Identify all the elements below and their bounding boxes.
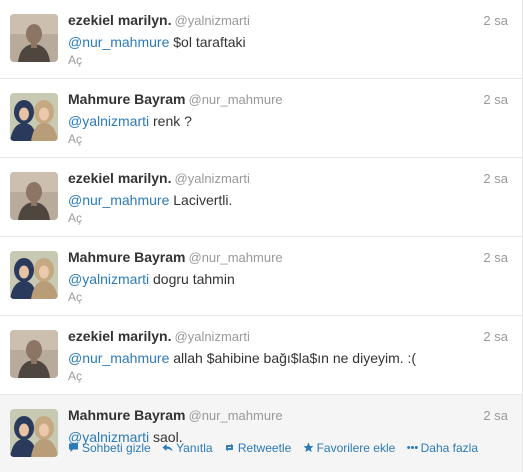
avatar[interactable] xyxy=(10,93,58,141)
man-avatar-icon xyxy=(10,330,58,378)
author-username[interactable]: @yalnizmarti xyxy=(175,13,250,28)
avatar[interactable] xyxy=(10,409,58,457)
hide-conversation-button[interactable]: Sohbeti gizle xyxy=(68,441,151,455)
author-username[interactable]: @nur_mahmure xyxy=(189,408,283,423)
tweet-text: @nur_mahmure Lacivertli. xyxy=(68,191,508,209)
retweet-label: Retweetle xyxy=(237,441,292,455)
tweet-header: Mahmure Bayram @nur_mahmure 2 sa xyxy=(68,407,508,425)
hide-conversation-label: Sohbeti gizle xyxy=(82,441,151,455)
star-icon xyxy=(303,442,314,453)
mention-link[interactable]: @nur_mahmure xyxy=(68,192,169,208)
expand-link[interactable]: Aç xyxy=(68,211,82,225)
author-username[interactable]: @nur_mahmure xyxy=(189,250,283,265)
tweet-body: Lacivertli. xyxy=(169,192,233,208)
tweet-header: Mahmure Bayram @nur_mahmure 2 sa xyxy=(68,91,508,109)
tweet-item[interactable]: ezekiel marilyn. @yalnizmarti 2 sa @nur_m… xyxy=(0,316,522,395)
tweet-timestamp[interactable]: 2 sa xyxy=(483,92,508,107)
tweet-text: @yalnizmarti dogru tahmin xyxy=(68,270,508,288)
mention-link[interactable]: @yalnizmarti xyxy=(68,271,149,287)
expand-link[interactable]: Aç xyxy=(68,53,82,67)
tweet-timestamp[interactable]: 2 sa xyxy=(483,13,508,28)
expand-link[interactable]: Aç xyxy=(68,369,82,383)
reply-label: Yanıtla xyxy=(176,441,213,455)
favorite-label: Favorilere ekle xyxy=(316,441,396,455)
two-women-avatar-icon xyxy=(10,409,58,457)
reply-arrow-icon xyxy=(162,442,173,453)
avatar[interactable] xyxy=(10,14,58,62)
speech-bubble-icon xyxy=(68,442,79,453)
expand-link[interactable]: Aç xyxy=(68,132,82,146)
tweet-header: Mahmure Bayram @nur_mahmure 2 sa xyxy=(68,249,508,267)
mention-link[interactable]: @nur_mahmure xyxy=(68,34,169,50)
man-avatar-icon xyxy=(10,14,58,62)
author-username[interactable]: @yalnizmarti xyxy=(175,171,250,186)
tweet-actions: Sohbeti gizle Yanıtla Retweetle Favorile… xyxy=(68,441,508,457)
tweet-body: allah $ahibine bağı$la$ın ne diyeyim. :( xyxy=(169,350,417,366)
tweet-text: @nur_mahmure $ol taraftaki xyxy=(68,33,508,51)
author-fullname[interactable]: ezekiel marilyn. xyxy=(68,170,172,186)
tweet-header: ezekiel marilyn. @yalnizmarti 2 sa xyxy=(68,12,508,30)
avatar[interactable] xyxy=(10,251,58,299)
author-username[interactable]: @yalnizmarti xyxy=(175,329,250,344)
author-fullname[interactable]: ezekiel marilyn. xyxy=(68,328,172,344)
tweet-text: @nur_mahmure allah $ahibine bağı$la$ın n… xyxy=(68,349,508,367)
author-username[interactable]: @nur_mahmure xyxy=(189,92,283,107)
tweet-item[interactable]: Mahmure Bayram @nur_mahmure 2 sa @yalnizm… xyxy=(0,237,522,316)
tweet-header: ezekiel marilyn. @yalnizmarti 2 sa xyxy=(68,170,508,188)
author-fullname[interactable]: Mahmure Bayram xyxy=(68,407,186,423)
tweet-item[interactable]: Mahmure Bayram @nur_mahmure 2 sa @yalnizm… xyxy=(0,79,522,158)
author-fullname[interactable]: ezekiel marilyn. xyxy=(68,12,172,28)
tweet-timeline: ezekiel marilyn. @yalnizmarti 2 sa @nur_m… xyxy=(0,0,523,472)
tweet-body: $ol taraftaki xyxy=(169,34,246,50)
tweet-item[interactable]: ezekiel marilyn. @yalnizmarti 2 sa @nur_m… xyxy=(0,0,522,79)
mention-link[interactable]: @nur_mahmure xyxy=(68,350,169,366)
author-fullname[interactable]: Mahmure Bayram xyxy=(68,91,186,107)
more-label: Daha fazla xyxy=(420,441,479,455)
tweet-text: @yalnizmarti renk ? xyxy=(68,112,508,130)
man-avatar-icon xyxy=(10,172,58,220)
retweet-icon xyxy=(224,442,235,453)
tweet-timestamp[interactable]: 2 sa xyxy=(483,250,508,265)
avatar[interactable] xyxy=(10,330,58,378)
two-women-avatar-icon xyxy=(10,251,58,299)
tweet-header: ezekiel marilyn. @yalnizmarti 2 sa xyxy=(68,328,508,346)
ellipsis-icon xyxy=(406,442,418,453)
tweet-item-hovered[interactable]: Mahmure Bayram @nur_mahmure 2 sa @yalnizm… xyxy=(0,395,522,472)
tweet-timestamp[interactable]: 2 sa xyxy=(483,171,508,186)
reply-button[interactable]: Yanıtla xyxy=(162,441,213,455)
tweet-timestamp[interactable]: 2 sa xyxy=(483,408,508,423)
retweet-button[interactable]: Retweetle xyxy=(224,441,291,455)
two-women-avatar-icon xyxy=(10,93,58,141)
more-button[interactable]: Daha fazla xyxy=(406,441,479,455)
expand-link[interactable]: Aç xyxy=(68,290,82,304)
favorite-button[interactable]: Favorilere ekle xyxy=(303,441,396,455)
tweet-timestamp[interactable]: 2 sa xyxy=(483,329,508,344)
mention-link[interactable]: @yalnizmarti xyxy=(68,113,149,129)
tweet-body: dogru tahmin xyxy=(149,271,235,287)
avatar[interactable] xyxy=(10,172,58,220)
tweet-item[interactable]: ezekiel marilyn. @yalnizmarti 2 sa @nur_m… xyxy=(0,158,522,237)
author-fullname[interactable]: Mahmure Bayram xyxy=(68,249,186,265)
tweet-body: renk ? xyxy=(149,113,192,129)
